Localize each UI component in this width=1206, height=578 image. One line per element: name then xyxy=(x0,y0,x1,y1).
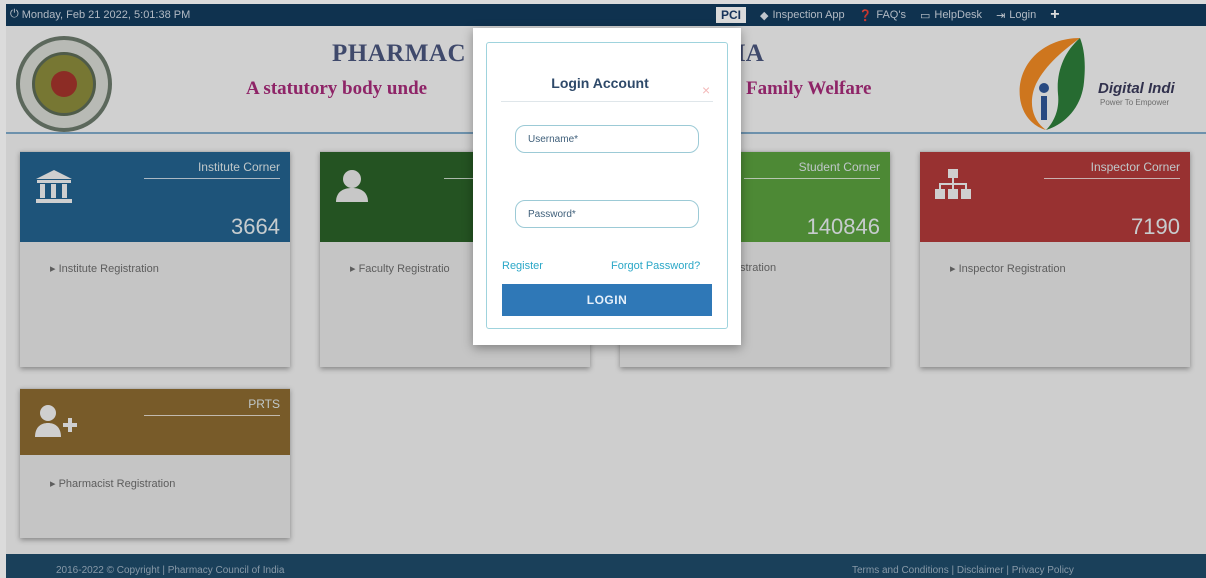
login-modal-panel: Login Account × Register Forgot Password… xyxy=(486,42,728,329)
forgot-password-link[interactable]: Forgot Password? xyxy=(611,260,700,272)
login-modal: Login Account × Register Forgot Password… xyxy=(473,28,741,345)
login-modal-title: Login Account xyxy=(551,75,649,91)
password-input[interactable] xyxy=(515,200,699,228)
username-input[interactable] xyxy=(515,125,699,153)
modal-divider xyxy=(501,101,713,102)
login-button[interactable]: LOGIN xyxy=(502,284,712,316)
register-link[interactable]: Register xyxy=(502,260,543,272)
close-icon[interactable]: × xyxy=(702,83,710,97)
